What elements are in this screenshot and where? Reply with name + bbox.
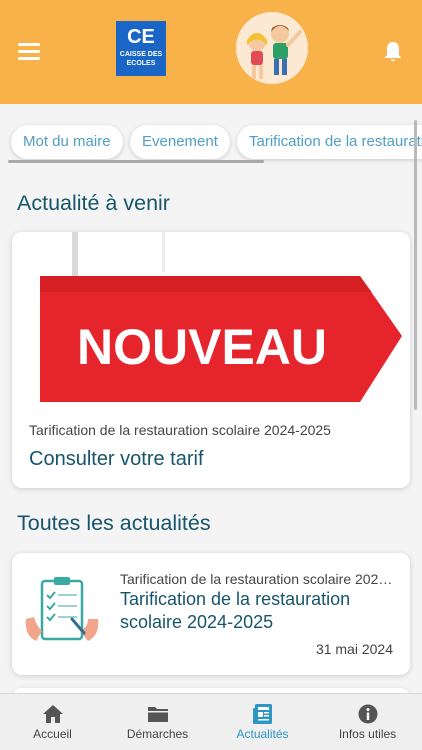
tab-mot-du-maire[interactable]: Mot du maire xyxy=(11,125,123,159)
bell-icon[interactable] xyxy=(381,40,405,64)
app-header: CE CAISSE DES ECOLES xyxy=(0,0,422,104)
clipboard-checklist-image xyxy=(25,577,99,641)
category-tabs: Mot du maire Evenement Tarification de l… xyxy=(0,104,422,166)
nouveau-text: NOUVEAU xyxy=(77,319,327,375)
nav-infos-utiles[interactable]: Infos utiles xyxy=(315,694,420,750)
tab-evenement[interactable]: Evenement xyxy=(130,125,230,159)
featured-news-subtitle: Tarification de la restauration scolaire… xyxy=(29,422,331,438)
news-item-date: 31 mai 2024 xyxy=(315,641,393,657)
page-scrollbar[interactable] xyxy=(414,120,417,410)
hamburger-menu-icon[interactable] xyxy=(18,43,40,61)
caisse-des-ecoles-logo: CE CAISSE DES ECOLES xyxy=(116,21,166,76)
home-icon xyxy=(43,705,63,723)
children-illustration xyxy=(236,12,308,84)
section-title-upcoming: Actualité à venir xyxy=(17,191,170,215)
nav-accueil[interactable]: Accueil xyxy=(0,694,105,750)
tabs-scrollbar[interactable] xyxy=(8,160,264,163)
nav-label-actualites: Actualités xyxy=(236,727,289,741)
news-item-subtitle: Tarification de la restauration scolaire… xyxy=(120,571,396,587)
nav-demarches[interactable]: Démarches xyxy=(105,694,210,750)
news-item[interactable]: Tarification de la restauration scolaire… xyxy=(12,553,410,675)
bottom-navigation: Accueil Démarches Actualités Infos utile… xyxy=(0,693,422,750)
nav-label-demarches: Démarches xyxy=(126,727,189,741)
newspaper-icon xyxy=(253,704,272,724)
featured-news-card[interactable]: NOUVEAU Tarification de la restauration … xyxy=(12,232,410,488)
logo-text: CAISSE DES ECOLES xyxy=(119,51,163,67)
tab-tarification[interactable]: Tarification de la restauration scolaire… xyxy=(237,125,422,159)
info-icon xyxy=(358,704,378,724)
featured-news-title: Consulter votre tarif xyxy=(29,448,204,470)
nav-label-accueil: Accueil xyxy=(33,727,72,741)
nav-actualites[interactable]: Actualités xyxy=(210,694,315,750)
nav-label-infos-utiles: Infos utiles xyxy=(338,727,397,741)
nouveau-banner-image: NOUVEAU xyxy=(12,232,410,402)
folder-icon xyxy=(148,707,168,722)
section-title-all-news: Toutes les actualités xyxy=(17,511,211,535)
news-item-title: Tarification de la restauration scolaire… xyxy=(120,589,351,632)
